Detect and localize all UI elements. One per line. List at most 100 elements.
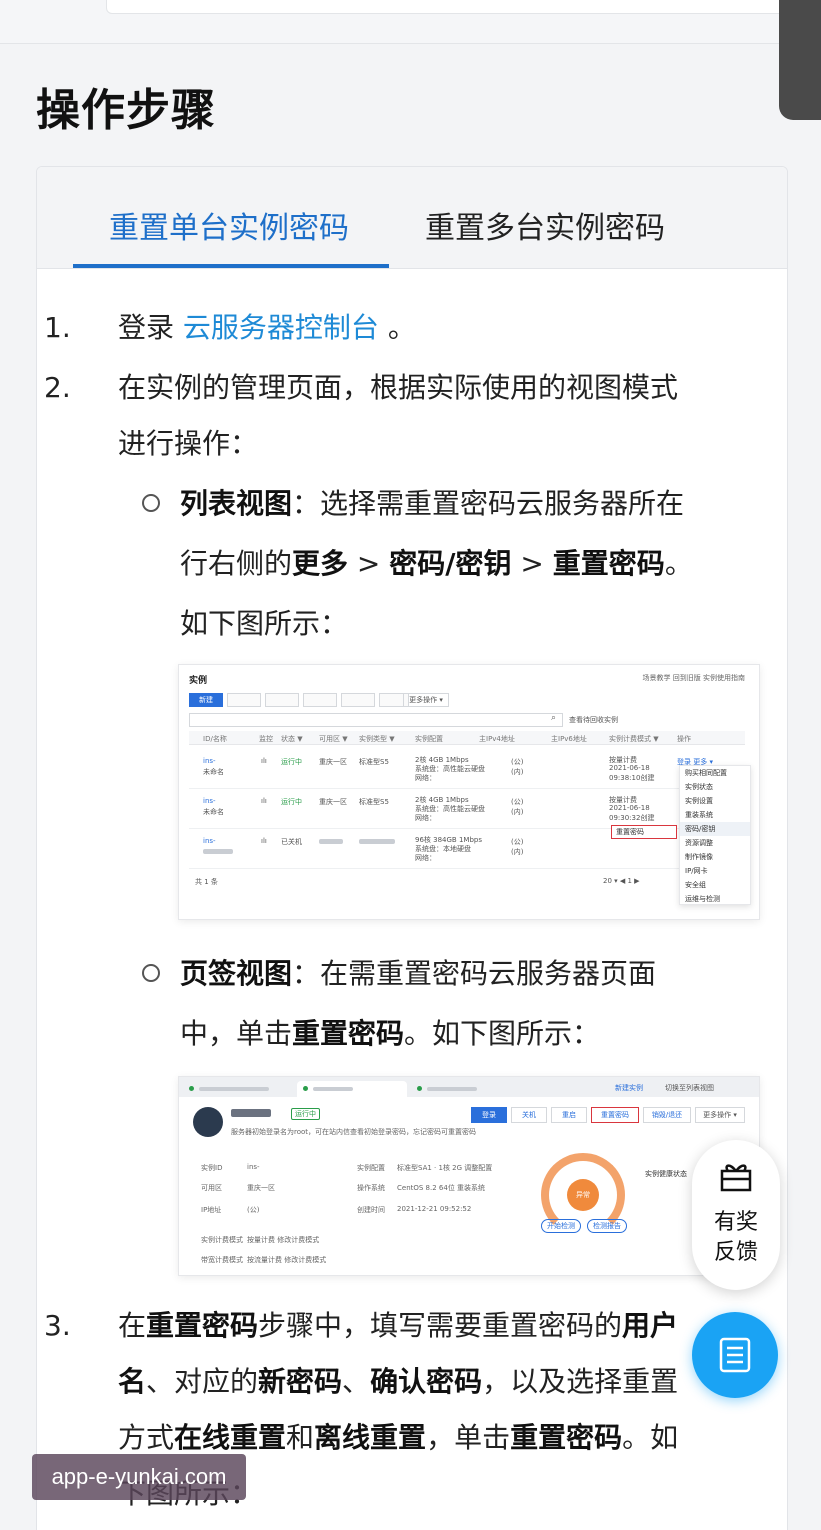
info-label: 创建时间 [357, 1206, 385, 1214]
blurred-instance-name [231, 1109, 271, 1117]
tab-view-title: 页签视图 [180, 957, 293, 990]
step-text: 步骤中，填写需要重置密码的 [258, 1309, 623, 1342]
step-number: 2. [44, 371, 71, 404]
info-value: 重庆一区 [247, 1184, 275, 1192]
side-handle[interactable] [779, 0, 821, 120]
instance-id: ins- [203, 757, 216, 765]
shot2-reset-password-button: 重置密码 [591, 1107, 639, 1123]
list-view-title: 列表视图 [180, 487, 293, 520]
step-number: 3. [44, 1309, 71, 1342]
confirm-password-label: 确认密码 [370, 1365, 483, 1398]
bullet-text: 行右侧的 [180, 547, 293, 580]
bullet-text: 中，单击 [180, 1017, 293, 1050]
tab-reset-multiple[interactable]: 重置多台实例密码 [425, 203, 665, 247]
more-dropdown-menu: 购买相同配置 实例状态 实例设置 重装系统 密码/密钥 资源调整 制作镜像 IP… [679, 765, 751, 905]
step-text: 。 [378, 311, 416, 344]
col-header: 可用区 ▼ [319, 735, 348, 743]
info-label: 实例计费模式 [201, 1236, 243, 1244]
monitor-icon: ılı [261, 837, 267, 845]
status-dot [189, 1086, 194, 1091]
shot2-restart-button: 重启 [551, 1107, 587, 1123]
shot1-footer: 共 1 条 20 ▾ ◀ 1 ▶ [189, 873, 745, 891]
status-dot [417, 1086, 422, 1091]
instance-config: 网络： [415, 774, 436, 782]
instance-type: 标准型S5 [359, 758, 389, 766]
col-header: ID/名称 [203, 735, 227, 743]
document-list-icon [719, 1337, 751, 1373]
total-count: 共 1 条 [195, 878, 218, 886]
reset-password-label: 重置密码 [146, 1309, 259, 1342]
step-text: 、对应的 [146, 1365, 259, 1398]
top-strip [0, 0, 821, 44]
instance-ip: (内) [511, 848, 524, 856]
col-header: 主IPv4地址 [479, 735, 515, 743]
reset-password-label: 重置密码 [510, 1421, 623, 1454]
feedback-widget[interactable]: 有奖 反馈 [692, 1140, 780, 1290]
active-tab-indicator [73, 264, 389, 268]
info-value: 按量计费 修改计费模式 [247, 1236, 320, 1244]
instance-time: 09:30:32创建 [609, 814, 655, 822]
info-value: 2021-12-21 09:52:52 [397, 1205, 472, 1213]
more-label: 更多 [292, 547, 349, 580]
menu-item: 实例状态 [685, 783, 713, 791]
shot1-search [189, 713, 563, 727]
page-title: 操作步骤 [36, 85, 216, 136]
shot2-status-badge: 运行中 [291, 1108, 320, 1120]
console-link[interactable]: 云服务器控制台 [183, 311, 379, 344]
shot2-more-ops-button: 更多操作 ▾ [695, 1107, 745, 1123]
document-menu-button[interactable] [692, 1312, 778, 1398]
username-label: 名 [118, 1365, 147, 1398]
health-title: 实例健康状态 [645, 1170, 687, 1178]
separator: > [348, 547, 390, 580]
info-label: IP地址 [201, 1206, 222, 1214]
shot1-view-recycle: 查看待回收实例 [569, 716, 618, 724]
start-check-button: 开始检测 [541, 1219, 581, 1233]
info-label: 实例配置 [357, 1164, 385, 1172]
info-value: (公) [247, 1206, 260, 1214]
info-label: 操作系统 [357, 1184, 385, 1192]
col-header: 主IPv6地址 [551, 735, 587, 743]
username-label: 用户 [622, 1309, 679, 1342]
instance-time: 09:38:10创建 [609, 774, 655, 782]
top-strip-inner [106, 0, 796, 14]
bullet-text: 。如下图所示： [404, 1017, 601, 1050]
menu-item: 实例设置 [685, 797, 713, 805]
instance-id: ins- [203, 837, 216, 845]
step-text: ，以及选择重置 [482, 1365, 679, 1398]
feedback-label: 反馈 [713, 1240, 758, 1265]
instance-zone: 重庆一区 [319, 798, 347, 806]
pagination: 20 ▾ ◀ 1 ▶ [603, 877, 640, 885]
tab-reset-single[interactable]: 重置单台实例密码 [109, 203, 349, 247]
info-label: 可用区 [201, 1184, 222, 1192]
blurred-text [359, 839, 395, 844]
col-header: 操作 [677, 735, 691, 743]
instance-avatar [193, 1107, 223, 1137]
instance-config: 网络： [415, 814, 436, 822]
step-text: 。如 [622, 1421, 679, 1454]
step-text: 登录 [118, 311, 183, 344]
monitor-icon: ılı [261, 757, 267, 765]
col-header: 监控 [259, 735, 273, 743]
info-value: 按流量计费 修改计费模式 [247, 1256, 327, 1264]
instance-status: 已关机 [281, 838, 302, 846]
offline-reset-label: 离线重置 [314, 1421, 427, 1454]
col-header: 状态 ▼ [281, 735, 303, 743]
reset-password-label: 重置密码 [292, 1017, 405, 1050]
instance-config: 网络： [415, 854, 436, 862]
blurred-text [203, 849, 233, 854]
shot1-button [341, 693, 375, 707]
menu-item: IP/网卡 [685, 867, 708, 875]
menu-item: 安全组 [685, 881, 706, 889]
shot2-notice: 服务器初始登录名为root，可在站内信查看初始登录密码，忘记密码可重置密码 [231, 1128, 477, 1136]
instance-sub: 未命名 [203, 768, 224, 776]
instance-ip: (公) [511, 758, 524, 766]
instance-status: 运行中 [281, 798, 302, 806]
shot2-new-instance: 新建实例 [615, 1084, 643, 1092]
instance-date: 2021-06-18 [609, 764, 650, 772]
shot2-tab [183, 1081, 293, 1097]
shot2-tabbar: 新建实例 切换至列表视图 [179, 1077, 759, 1097]
instance-zone: 重庆一区 [319, 758, 347, 766]
blurred-text [427, 1087, 477, 1091]
step-text: 在实例的管理页面，根据实际使用的视图模式 [118, 371, 679, 404]
shot1-button [227, 693, 261, 707]
